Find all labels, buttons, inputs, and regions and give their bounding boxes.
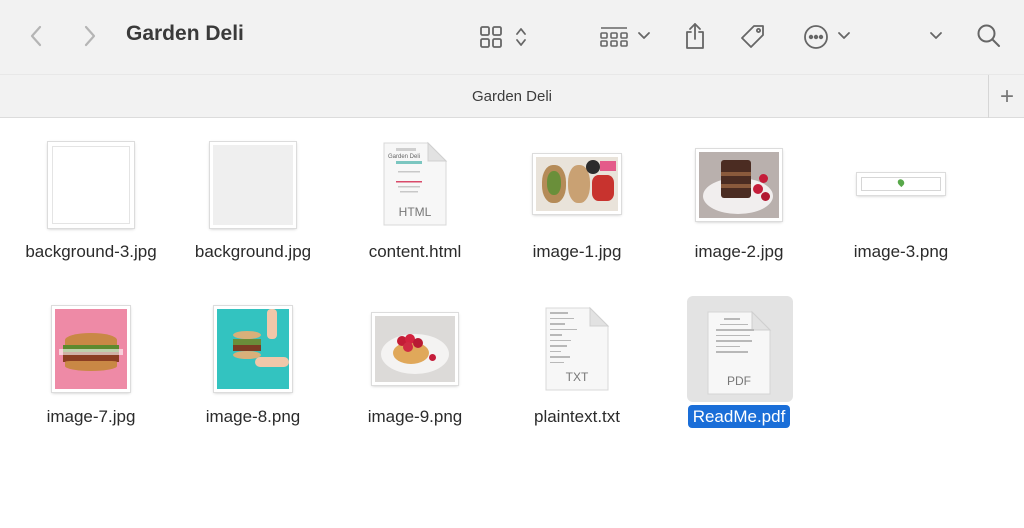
file-item[interactable]: image-3.png	[820, 138, 982, 288]
file-thumbnail: Garden Deli HTML	[334, 138, 496, 230]
back-chevron-icon[interactable]	[22, 22, 50, 50]
file-thumbnail	[658, 140, 820, 230]
image-thumbnail	[210, 142, 296, 228]
file-item[interactable]: TXT plaintext.txt	[496, 303, 658, 453]
file-item[interactable]: image-2.jpg	[658, 138, 820, 288]
file-item[interactable]: image-1.jpg	[496, 138, 658, 288]
file-thumbnail	[820, 138, 982, 230]
file-thumbnail	[496, 138, 658, 230]
file-thumbnail	[172, 305, 334, 393]
file-name: ReadMe.pdf	[658, 405, 820, 428]
tab-title[interactable]: Garden Deli	[0, 88, 1024, 105]
file-item[interactable]: image-8.png	[172, 303, 334, 453]
html-document-icon: Garden Deli HTML	[382, 141, 448, 227]
file-name: image-9.png	[367, 407, 463, 426]
file-item[interactable]: Garden Deli HTML content.html	[334, 138, 496, 288]
file-item[interactable]: image-7.jpg	[10, 303, 172, 453]
text-lines	[716, 318, 756, 357]
file-name: image-8.png	[205, 407, 301, 426]
file-thumbnail	[10, 305, 172, 393]
file-name: image-2.jpg	[694, 242, 784, 261]
grid-view-icon[interactable]	[478, 24, 504, 50]
image-thumbnail	[214, 306, 292, 392]
file-thumbnail	[172, 140, 334, 230]
sort-updown-icon[interactable]	[512, 24, 530, 50]
chevron-down-icon[interactable]	[636, 28, 652, 44]
tab-bar: Garden Deli +	[0, 74, 1024, 118]
share-icon[interactable]	[682, 20, 708, 52]
file-item[interactable]: background-3.jpg	[10, 138, 172, 288]
file-item[interactable]: background.jpg	[172, 138, 334, 288]
toolbar: Garden Deli	[0, 0, 1024, 74]
file-name: plaintext.txt	[534, 407, 620, 426]
file-name: background-3.jpg	[25, 242, 157, 261]
forward-chevron-icon[interactable]	[76, 22, 104, 50]
image-thumbnail	[857, 173, 945, 195]
image-thumbnail	[533, 154, 621, 214]
file-item[interactable]: image-9.png	[334, 303, 496, 453]
overflow-chevron-icon[interactable]	[928, 28, 944, 44]
file-name: background.jpg	[194, 242, 312, 261]
file-extension: TXT	[565, 370, 589, 384]
more-ellipsis-icon[interactable]	[802, 23, 830, 51]
image-thumbnail	[52, 306, 130, 392]
file-name: image-1.jpg	[532, 242, 622, 261]
pdf-document-icon: PDF	[706, 310, 772, 396]
file-thumbnail	[10, 140, 172, 230]
file-name: content.html	[368, 242, 462, 261]
chevron-down-icon[interactable]	[836, 28, 852, 44]
text-document-icon: TXT	[544, 306, 610, 392]
group-view-icon[interactable]	[598, 24, 630, 50]
image-thumbnail	[696, 149, 782, 221]
file-thumbnail: PDF	[658, 296, 820, 406]
text-lines	[550, 312, 580, 367]
tag-icon[interactable]	[738, 22, 768, 52]
svg-text:Garden Deli: Garden Deli	[388, 154, 420, 160]
file-thumbnail: TXT	[496, 303, 658, 395]
image-thumbnail	[372, 313, 458, 385]
file-name: image-3.png	[853, 242, 949, 261]
file-thumbnail	[334, 305, 496, 393]
window-title: Garden Deli	[126, 22, 244, 45]
file-extension: HTML	[398, 205, 432, 219]
file-item-selected[interactable]: PDF ReadMe.pdf	[658, 296, 820, 446]
image-thumbnail	[48, 142, 134, 228]
file-extension: PDF	[727, 374, 751, 388]
file-name: image-7.jpg	[46, 407, 136, 426]
add-tab-button[interactable]: +	[988, 75, 1024, 118]
search-icon[interactable]	[975, 22, 1003, 50]
